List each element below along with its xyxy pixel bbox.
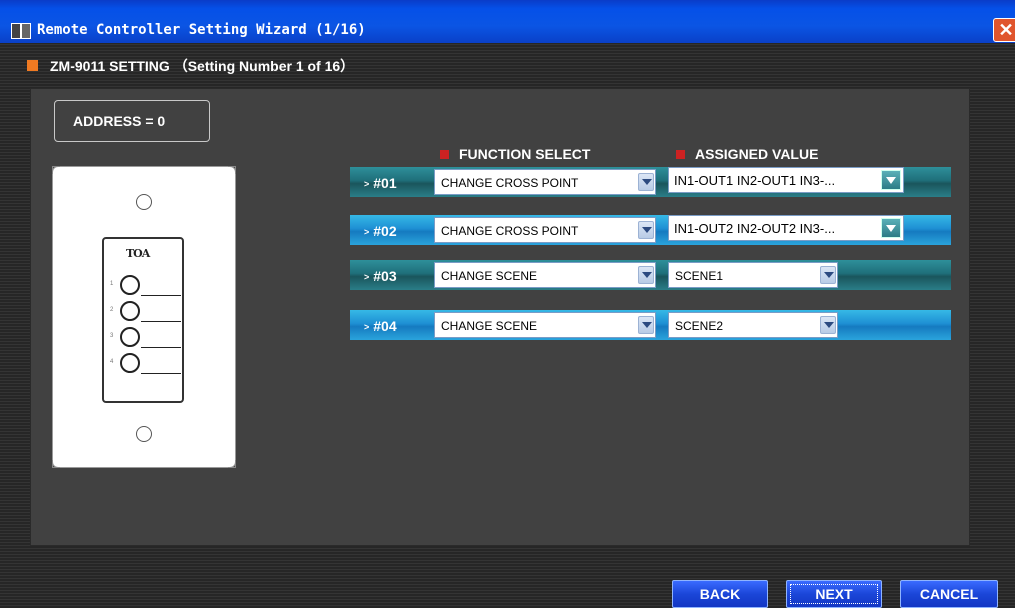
chevron-right-icon: >: [364, 322, 370, 333]
assigned-value-header: ASSIGNED VALUE: [676, 146, 818, 162]
address-label: ADDRESS = 0: [54, 100, 210, 142]
chevron-down-icon[interactable]: [638, 266, 654, 284]
setting-row-02: > #02 CHANGE CROSS POINT IN1-OUT2 IN2-OUT…: [350, 215, 951, 245]
device-button-4: [120, 353, 140, 373]
wizard-window: Remote Controller Setting Wizard (1/16) …: [0, 0, 1015, 608]
chevron-right-icon: >: [364, 227, 370, 238]
red-marker-icon: [676, 149, 685, 159]
function-select[interactable]: CHANGE CROSS POINT: [434, 169, 656, 195]
orange-square-icon: [27, 60, 38, 71]
chevron-down-icon[interactable]: [638, 173, 654, 191]
chevron-down-icon[interactable]: [638, 316, 654, 334]
setting-row-03: > #03 CHANGE SCENE SCENE1: [350, 260, 951, 290]
remote-controller-image: TOA 1 2 3 4: [52, 166, 236, 468]
toa-logo: TOA: [126, 247, 150, 260]
assigned-value-field[interactable]: IN1-OUT1 IN2-OUT1 IN3-...: [668, 167, 904, 193]
assigned-value-select[interactable]: SCENE1: [668, 262, 838, 288]
toa-app-icon: [11, 23, 31, 39]
chevron-down-icon[interactable]: [638, 221, 654, 239]
corner-mark: [228, 460, 236, 468]
row-number: > #04: [364, 318, 397, 334]
edit-value-button[interactable]: [881, 170, 901, 190]
assigned-value-field[interactable]: IN1-OUT2 IN2-OUT2 IN3-...: [668, 215, 904, 241]
function-select[interactable]: CHANGE CROSS POINT: [434, 217, 656, 243]
setting-row-01: > #01 CHANGE CROSS POINT IN1-OUT1 IN2-OUT…: [350, 167, 951, 197]
chevron-right-icon: >: [364, 272, 370, 283]
assigned-value-select[interactable]: SCENE2: [668, 312, 838, 338]
red-marker-icon: [440, 149, 449, 159]
device-button-number: 1: [110, 281, 114, 287]
function-select[interactable]: CHANGE SCENE: [434, 262, 656, 288]
chevron-right-icon: >: [364, 179, 370, 190]
device-button-number: 3: [110, 333, 114, 339]
button-plate: TOA 1 2 3 4: [102, 237, 184, 403]
row-number: > #01: [364, 175, 397, 191]
corner-mark: [228, 166, 236, 174]
function-select[interactable]: CHANGE SCENE: [434, 312, 656, 338]
screw-bottom: [136, 426, 152, 442]
setting-title: ZM-9011 SETTING （Setting Number 1 of 16）: [50, 58, 355, 74]
device-button-1: [120, 275, 140, 295]
back-button[interactable]: BACK: [672, 580, 768, 608]
row-number: > #02: [364, 223, 397, 239]
device-button-number: 4: [110, 359, 114, 365]
row-number: > #03: [364, 268, 397, 284]
edit-value-button[interactable]: [881, 218, 901, 238]
cancel-button[interactable]: CANCEL: [900, 580, 998, 608]
chevron-down-icon[interactable]: [820, 266, 836, 284]
corner-mark: [52, 166, 60, 174]
title-bar: Remote Controller Setting Wizard (1/16) …: [0, 0, 1015, 43]
screw-top: [136, 194, 152, 210]
device-button-2: [120, 301, 140, 321]
device-button-number: 2: [110, 307, 114, 313]
function-select-header: FUNCTION SELECT: [440, 146, 590, 162]
next-button[interactable]: NEXT: [786, 580, 882, 608]
chevron-down-icon[interactable]: [820, 316, 836, 334]
window-title: Remote Controller Setting Wizard (1/16): [37, 22, 366, 38]
corner-mark: [52, 460, 60, 468]
close-icon[interactable]: ✕: [993, 18, 1015, 42]
device-button-3: [120, 327, 140, 347]
setting-row-04: > #04 CHANGE SCENE SCENE2: [350, 310, 951, 340]
